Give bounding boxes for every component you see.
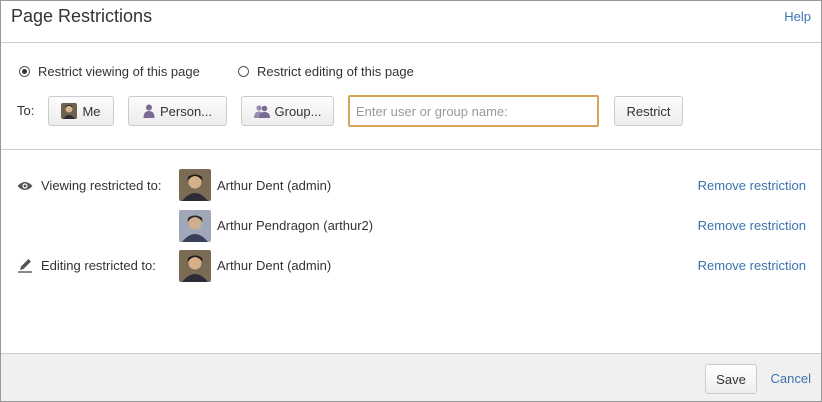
- group-icon: [253, 104, 270, 118]
- dialog-title: Page Restrictions: [11, 6, 153, 26]
- dialog-header: Page Restrictions Help: [1, 1, 821, 43]
- restrict-editing-option[interactable]: Restrict editing of this page: [238, 64, 414, 79]
- group-button-label: Group...: [274, 103, 322, 119]
- person-icon: [143, 104, 155, 118]
- group-button[interactable]: Group...: [241, 96, 334, 126]
- restrict-editing-label: Restrict editing of this page: [257, 64, 414, 79]
- user-avatar-icon: [61, 103, 78, 119]
- restrict-viewing-option[interactable]: Restrict viewing of this page: [19, 64, 200, 79]
- editing-restricted-label: Editing restricted to:: [41, 258, 156, 273]
- save-button[interactable]: Save: [705, 364, 757, 394]
- viewing-restricted-label: Viewing restricted to:: [41, 178, 162, 193]
- remove-restriction-link[interactable]: Remove restriction: [698, 258, 806, 273]
- eye-icon: [17, 179, 33, 197]
- section-divider: [1, 149, 821, 150]
- me-button-label: Me: [82, 103, 101, 119]
- page-restrictions-dialog: Page Restrictions Help Restrict viewing …: [0, 0, 822, 402]
- to-label: To:: [17, 103, 35, 118]
- restricted-user-name: Arthur Dent (admin): [217, 178, 332, 193]
- restrict-editing-radio[interactable]: [238, 66, 249, 77]
- restrict-viewing-label: Restrict viewing of this page: [38, 64, 200, 79]
- cancel-link[interactable]: Cancel: [771, 371, 811, 386]
- user-avatar: [179, 250, 211, 282]
- help-link[interactable]: Help: [784, 9, 811, 24]
- user-group-search-input[interactable]: [348, 95, 599, 127]
- restricted-user-name: Arthur Pendragon (arthur2): [217, 218, 374, 233]
- restrict-button[interactable]: Restrict: [614, 96, 683, 126]
- remove-restriction-link[interactable]: Remove restriction: [698, 178, 806, 193]
- person-button[interactable]: Person...: [128, 96, 227, 126]
- me-button[interactable]: Me: [48, 96, 114, 126]
- restrict-viewing-radio[interactable]: [19, 66, 30, 77]
- person-button-label: Person...: [159, 103, 213, 119]
- remove-restriction-link[interactable]: Remove restriction: [698, 218, 806, 233]
- dialog-footer: Save Cancel: [1, 353, 821, 401]
- pencil-icon: [17, 257, 33, 278]
- user-avatar: [179, 210, 211, 242]
- user-avatar: [179, 169, 211, 201]
- restricted-user-name: Arthur Dent (admin): [217, 258, 332, 273]
